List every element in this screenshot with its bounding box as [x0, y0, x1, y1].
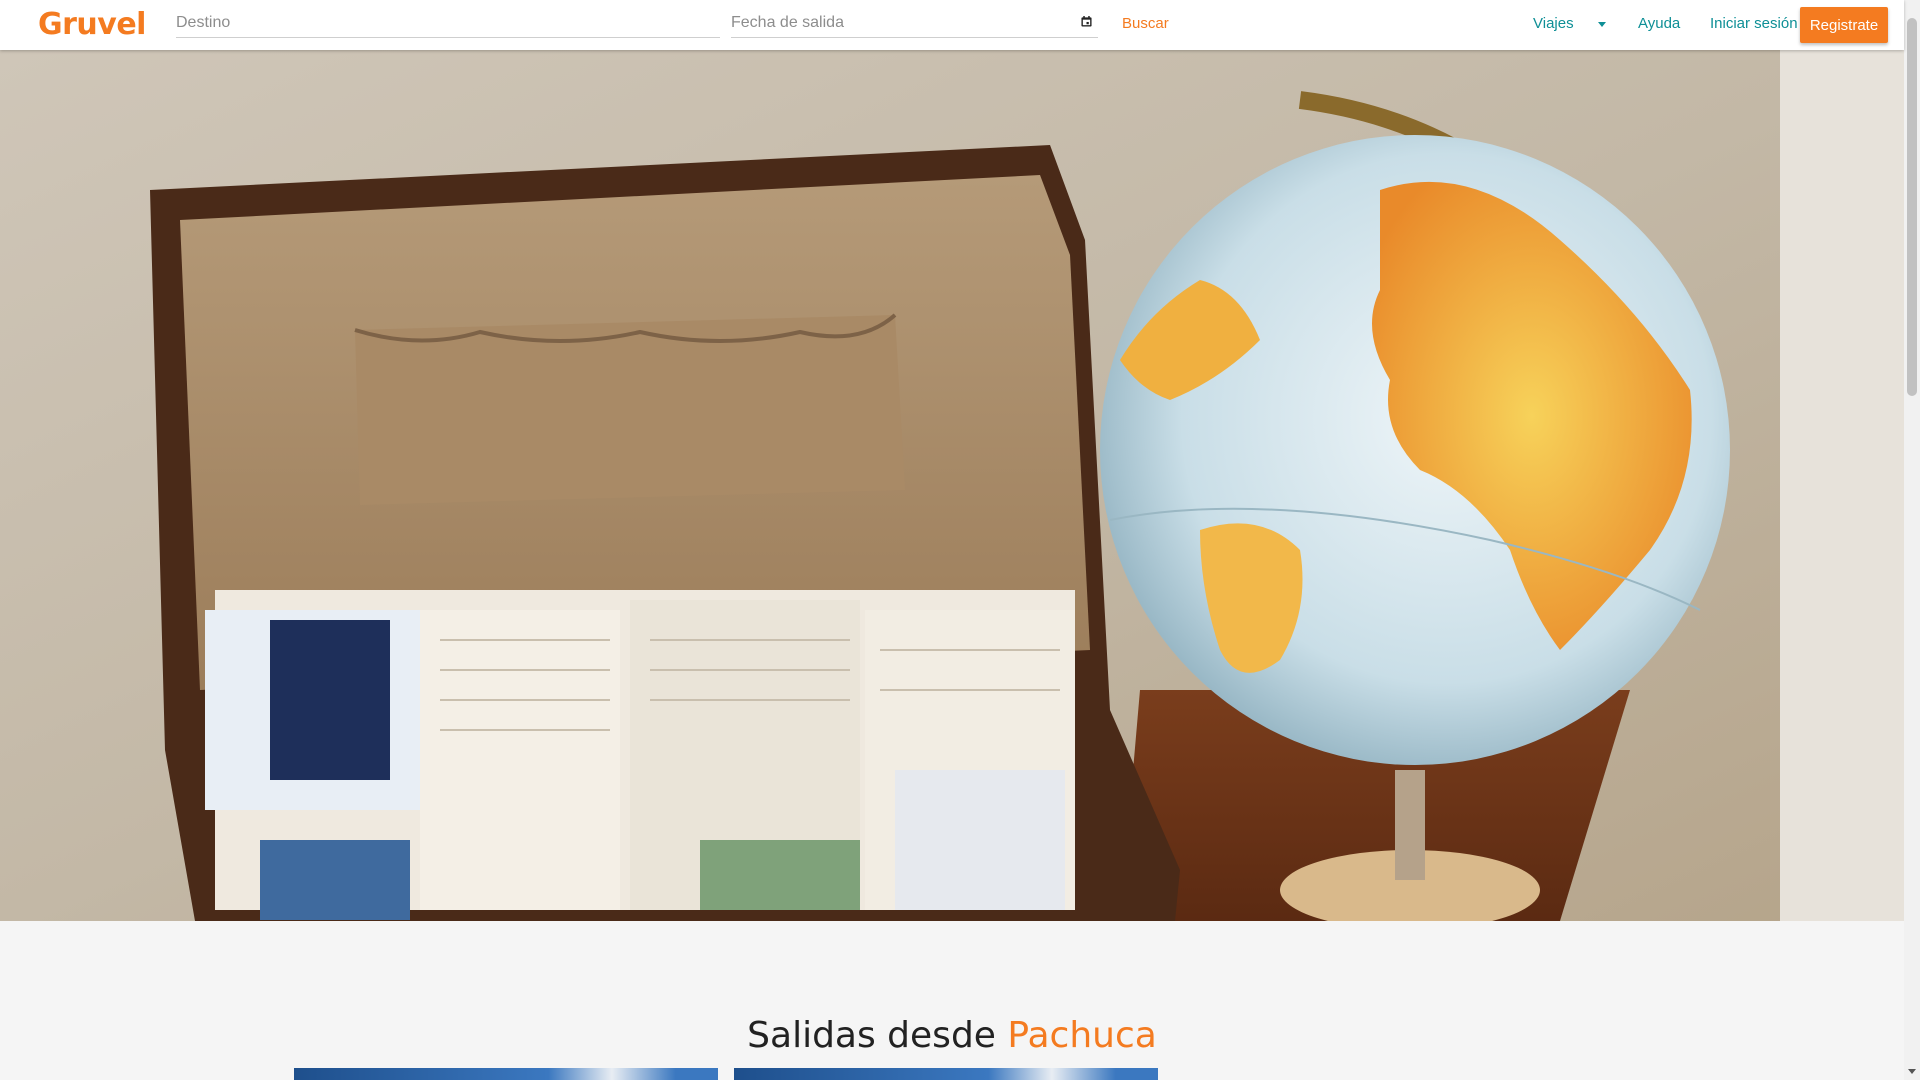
hero-photo — [0, 50, 1904, 921]
calendar-icon[interactable] — [1081, 16, 1092, 27]
caret-down-icon — [1597, 21, 1606, 27]
login-link[interactable]: Iniciar sesión — [1710, 15, 1798, 32]
register-button[interactable]: Registrate — [1800, 7, 1888, 43]
top-navbar: Gruvel Buscar Viajes Ayuda Iniciar sesió… — [0, 0, 1904, 50]
search-button[interactable]: Buscar — [1122, 15, 1169, 32]
departure-date-input[interactable] — [731, 10, 1098, 36]
scroll-down-arrow-icon[interactable] — [1908, 1069, 1916, 1074]
departures-city: Pachuca — [1007, 1015, 1157, 1056]
departures-heading: Salidas desde Pachuca — [0, 1015, 1904, 1056]
destination-card[interactable] — [734, 1068, 1158, 1080]
destination-card[interactable] — [294, 1068, 718, 1080]
scrollbar-thumb[interactable] — [1907, 18, 1917, 396]
gruvel-logo[interactable]: Gruvel — [38, 7, 146, 42]
trips-label: Viajes — [1533, 15, 1574, 32]
departure-date-field[interactable] — [731, 10, 1098, 38]
destination-input[interactable] — [176, 10, 720, 36]
help-link[interactable]: Ayuda — [1638, 15, 1680, 32]
hero-banner — [0, 50, 1904, 921]
page-scrollbar[interactable] — [1904, 0, 1920, 1080]
trips-dropdown[interactable]: Viajes — [1533, 15, 1608, 32]
departures-heading-prefix: Salidas desde — [747, 1015, 996, 1056]
destination-field[interactable] — [176, 10, 720, 38]
